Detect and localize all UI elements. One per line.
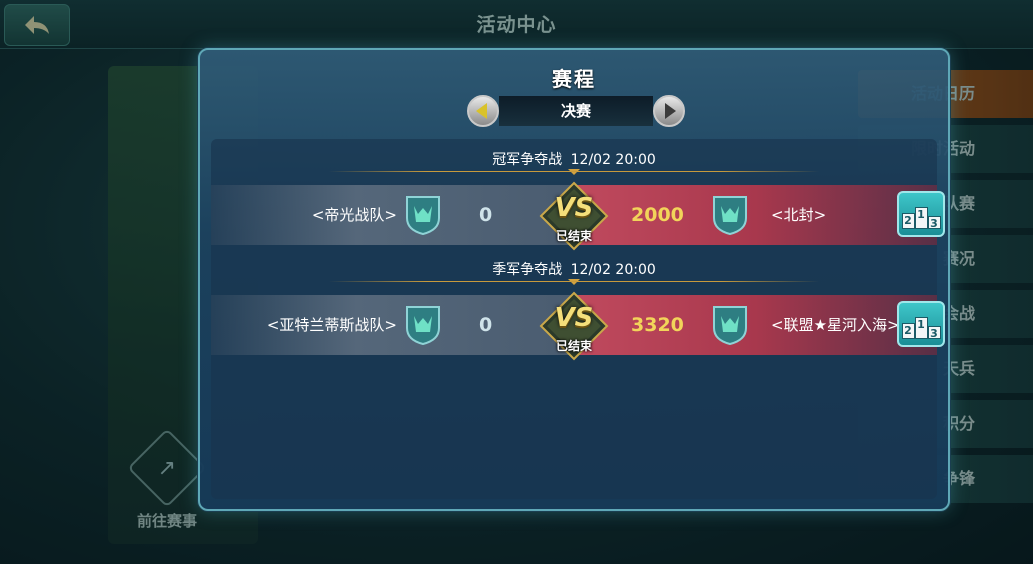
vs-badge: VS 已结束 [539,291,609,361]
vs-badge: VS 已结束 [539,181,609,251]
right-team-bar [574,185,937,245]
right-arrow-icon [665,103,676,119]
vs-label: VS [554,193,594,223]
match-row: <亚特兰蒂斯战队> 0 VS 已结束 3320 <联盟★星河入海> 213 [211,291,945,361]
podium-icon: 213 [901,317,941,340]
podium-icon: 213 [901,207,941,230]
match-datetime: 12/02 20:00 [570,152,656,168]
right-team-score: 2000 [631,204,684,226]
vs-label: VS [554,303,594,333]
ranking-button[interactable]: 213 [897,301,945,347]
match-status: 已结束 [555,339,592,353]
match-row: <帝光战队> 0 VS 已结束 2000 <北封> 213 [211,181,945,251]
left-team-score: 0 [479,204,493,226]
caret-down-icon [568,279,580,285]
round-selector: 决赛 [467,95,685,129]
divider [329,281,819,282]
next-round-button[interactable] [653,95,685,127]
schedule-dialog: 赛程 决赛 冠军争夺战 12/02 20:00 <帝光战队> 0 VS 已结束 … [198,48,950,511]
prev-round-button[interactable] [467,95,499,127]
left-team-score: 0 [479,314,493,336]
match-stage: 冠军争夺战 [492,152,563,168]
match-status: 已结束 [555,229,592,243]
right-team-name: <北封> [771,206,827,224]
right-team-score: 3320 [631,314,684,336]
team-emblem-icon [711,304,749,346]
left-team-name: <帝光战队> [311,206,397,224]
ranking-button[interactable]: 213 [897,191,945,237]
divider [329,171,819,172]
team-emblem-icon [711,194,749,236]
round-label: 决赛 [499,96,653,126]
left-team-name: <亚特兰蒂斯战队> [266,316,397,334]
right-team-name: <联盟★星河入海> [771,316,900,334]
dialog-title: 赛程 [552,67,596,91]
team-emblem-icon [404,304,442,346]
match-datetime: 12/02 20:00 [570,262,656,278]
left-arrow-icon [476,103,487,119]
caret-down-icon [568,169,580,175]
team-emblem-icon [404,194,442,236]
match-stage: 季军争夺战 [492,262,563,278]
match-list: 冠军争夺战 12/02 20:00 <帝光战队> 0 VS 已结束 2000 <… [211,139,945,499]
